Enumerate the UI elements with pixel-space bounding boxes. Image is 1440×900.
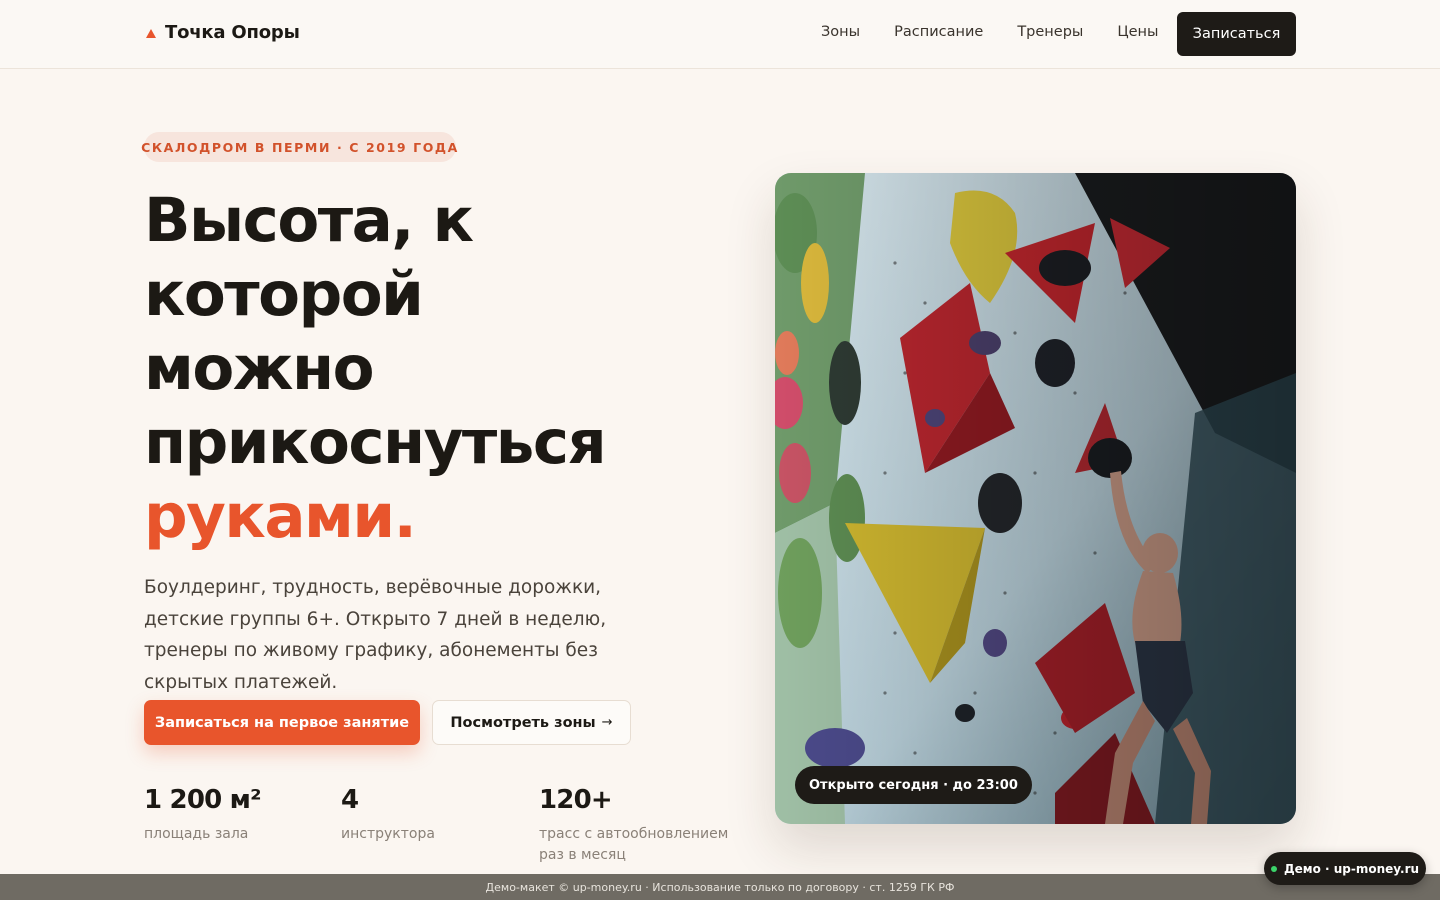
- stat-label: инструктора: [341, 826, 435, 842]
- headline-line: которой: [144, 259, 424, 330]
- view-zones-button[interactable]: Посмотреть зоны →: [432, 700, 631, 745]
- footer-disclaimer: Демо-макет © up-money.ru · Использование…: [0, 874, 1440, 900]
- logo-triangle-icon: [146, 29, 156, 38]
- hero-headline: Высота, к которой можно прикоснуться рук…: [144, 184, 744, 554]
- headline-line: можно: [144, 333, 375, 404]
- hero-lead-text: Боулдеринг, трудность, верёвочные дорожк…: [144, 577, 607, 693]
- nav-link-schedule[interactable]: Расписание: [894, 24, 983, 40]
- headline-accent: руками.: [144, 481, 417, 552]
- demo-badge-label: Демо · up-money.ru: [1283, 861, 1420, 876]
- nav-link-trainers[interactable]: Тренеры: [1017, 24, 1083, 40]
- site-header: Точка Опоры Зоны Расписание Тренеры Цены…: [0, 0, 1440, 69]
- stat-value: 1 200 м²: [144, 785, 262, 815]
- signup-button[interactable]: Записаться: [1177, 12, 1296, 56]
- first-lesson-button[interactable]: Записаться на первое занятие: [144, 700, 420, 745]
- demo-badge[interactable]: Демо · up-money.ru: [1264, 852, 1426, 885]
- stat-value: 120+: [539, 785, 613, 815]
- stat-instructors: 4 инструктора: [341, 784, 531, 845]
- open-status-pill: Открыто сегодня · до 23:00: [795, 766, 1032, 804]
- stat-label: трасс с автообновлением раз в месяц: [539, 826, 729, 863]
- stat-area: 1 200 м² площадь зала: [144, 784, 334, 845]
- arrow-right-icon: →: [601, 715, 613, 730]
- location-badge: СКАЛОДРОМ В ПЕРМИ · С 2019 ГОДА: [141, 132, 457, 162]
- stat-label: площадь зала: [144, 826, 249, 842]
- headline-line: прикоснуться: [144, 407, 607, 478]
- headline-line: Высота, к: [144, 185, 474, 256]
- view-zones-label: Посмотреть зоны: [450, 714, 596, 731]
- stat-value: 4: [341, 785, 359, 815]
- logo[interactable]: Точка Опоры: [146, 22, 300, 43]
- status-dot-icon: [1270, 865, 1277, 872]
- main-nav: Зоны Расписание Тренеры Цены: [821, 24, 1158, 40]
- hero-climbing-photo: Открыто сегодня · до 23:00: [775, 173, 1296, 824]
- stat-routes: 120+ трасс с автообновлением раз в месяц: [539, 784, 729, 866]
- logo-text: Точка Опоры: [165, 22, 300, 43]
- nav-link-zones[interactable]: Зоны: [821, 24, 860, 40]
- climbing-wall-illustration: [775, 173, 1296, 824]
- nav-link-prices[interactable]: Цены: [1117, 24, 1158, 40]
